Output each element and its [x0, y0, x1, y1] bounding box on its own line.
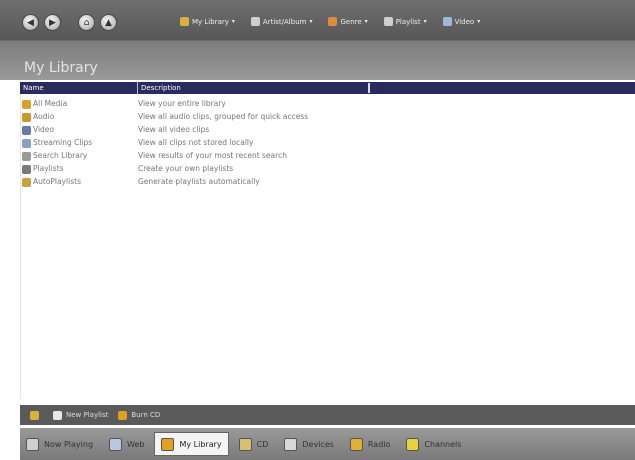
artist-album-icon	[250, 17, 260, 26]
streaming-icon	[22, 139, 31, 148]
list-item[interactable]: Playlists Create your own playlists	[22, 163, 622, 176]
app-window: ◀ ▶ ⌂ ▲ My Library ▾ Artist/Album ▾ Genr…	[0, 0, 635, 460]
bottom-tab-bar: Now Playing Web My Library CD Devices Ra…	[20, 428, 635, 460]
item-name: AutoPlaylists	[33, 177, 81, 186]
home-button[interactable]: ⌂	[78, 14, 95, 31]
menu-label: Genre	[340, 17, 362, 26]
item-description: View your entire library	[138, 99, 226, 108]
folder-icon	[30, 410, 39, 420]
search-icon	[22, 152, 31, 161]
my-library-icon	[161, 437, 175, 451]
menu-artist-album[interactable]: Artist/Album ▾	[250, 17, 313, 26]
video-icon	[442, 17, 452, 26]
tab-my-library[interactable]: My Library	[154, 432, 229, 456]
item-description: View all audio clips, grouped for quick …	[138, 112, 309, 121]
new-playlist-icon	[53, 410, 62, 420]
menu-video[interactable]: Video ▾	[442, 17, 481, 26]
list-item[interactable]: Audio View all audio clips, grouped for …	[22, 111, 622, 124]
my-library-icon	[180, 17, 189, 26]
new-playlist-button[interactable]: New Playlist	[53, 410, 109, 420]
tab-now-playing[interactable]: Now Playing	[20, 432, 99, 456]
menu-label: Artist/Album	[262, 17, 307, 26]
now-playing-icon	[26, 437, 39, 451]
item-description: View results of your most recent search	[138, 151, 287, 160]
burn-cd-button[interactable]: Burn CD	[118, 410, 161, 420]
web-icon	[109, 437, 123, 451]
tab-devices[interactable]: Devices	[278, 432, 340, 456]
tab-label: Web	[127, 439, 145, 449]
dropdown-arrow-icon: ▾	[477, 18, 481, 25]
all-media-icon	[22, 100, 31, 109]
item-name: All Media	[33, 99, 68, 108]
tab-label: Now Playing	[44, 439, 94, 449]
tab-label: Channels	[424, 439, 462, 449]
menu-playlist[interactable]: Playlist ▾	[383, 17, 427, 26]
nav-buttons: ◀ ▶ ⌂ ▲	[22, 14, 122, 31]
item-name: Audio	[33, 112, 55, 121]
dropdown-arrow-icon: ▾	[364, 18, 368, 25]
toolbar-menus: My Library ▾ Artist/Album ▾ Genre ▾ Play…	[180, 17, 496, 26]
menu-my-library[interactable]: My Library ▾	[180, 17, 235, 26]
channels-icon	[406, 437, 420, 451]
autoplaylist-icon	[22, 178, 31, 187]
tab-channels[interactable]: Channels	[400, 432, 467, 456]
action-label: New Playlist	[66, 411, 109, 419]
tab-label: My Library	[179, 439, 222, 449]
menu-label: My Library	[192, 17, 229, 26]
item-name: Video	[33, 125, 55, 134]
item-name: Search Library	[33, 151, 88, 160]
menu-label: Playlist	[395, 17, 421, 26]
menu-label: Video	[454, 17, 475, 26]
back-button[interactable]: ◀	[22, 14, 39, 31]
tab-cd[interactable]: CD	[233, 432, 275, 456]
menu-genre[interactable]: Genre ▾	[328, 17, 368, 26]
list-item[interactable]: AutoPlaylists Generate playlists automat…	[22, 176, 622, 189]
list-item[interactable]: All Media View your entire library	[22, 98, 622, 111]
column-header: Name Description	[20, 82, 635, 94]
list-item[interactable]: Streaming Clips View all clips not store…	[22, 137, 622, 150]
up-button[interactable]: ▲	[100, 14, 117, 31]
list-item[interactable]: Search Library View results of your most…	[22, 150, 622, 163]
page-title: My Library	[24, 60, 98, 76]
column-name-header[interactable]: Name	[23, 82, 44, 94]
item-description: Generate playlists automatically	[138, 177, 260, 186]
audio-icon	[22, 113, 31, 122]
devices-icon	[284, 437, 298, 451]
library-list: All Media View your entire library Audio…	[22, 98, 622, 189]
tab-label: Devices	[302, 439, 334, 449]
dropdown-arrow-icon: ▾	[423, 18, 427, 25]
cd-icon	[238, 437, 252, 451]
genre-icon	[328, 17, 338, 26]
tab-web[interactable]: Web	[103, 432, 150, 456]
tab-radio[interactable]: Radio	[344, 432, 396, 456]
burn-cd-icon	[118, 410, 128, 420]
dropdown-arrow-icon: ▾	[309, 18, 313, 25]
forward-button[interactable]: ▶	[44, 14, 61, 31]
tab-label: Radio	[367, 439, 391, 449]
dropdown-arrow-icon: ▾	[231, 18, 235, 25]
item-description: View all clips not stored locally	[138, 138, 254, 147]
column-description-header[interactable]: Description	[137, 82, 181, 94]
item-description: View all video clips	[138, 125, 210, 134]
action-bar: New Playlist Burn CD	[20, 405, 635, 425]
item-description: Create your own playlists	[138, 164, 234, 173]
item-name: Streaming Clips	[33, 138, 93, 147]
action-label: Burn CD	[131, 411, 161, 419]
folder-button[interactable]	[30, 410, 43, 420]
top-toolbar: ◀ ▶ ⌂ ▲ My Library ▾ Artist/Album ▾ Genr…	[0, 0, 635, 80]
playlist-icon	[22, 165, 31, 174]
playlist-icon	[383, 17, 393, 26]
list-item[interactable]: Video View all video clips	[22, 124, 622, 137]
tab-label: CD	[256, 439, 269, 449]
list-border	[20, 94, 21, 399]
column-resize-handle[interactable]	[368, 83, 370, 93]
item-name: Playlists	[33, 164, 64, 173]
radio-icon	[349, 437, 363, 451]
video-icon	[22, 126, 31, 135]
